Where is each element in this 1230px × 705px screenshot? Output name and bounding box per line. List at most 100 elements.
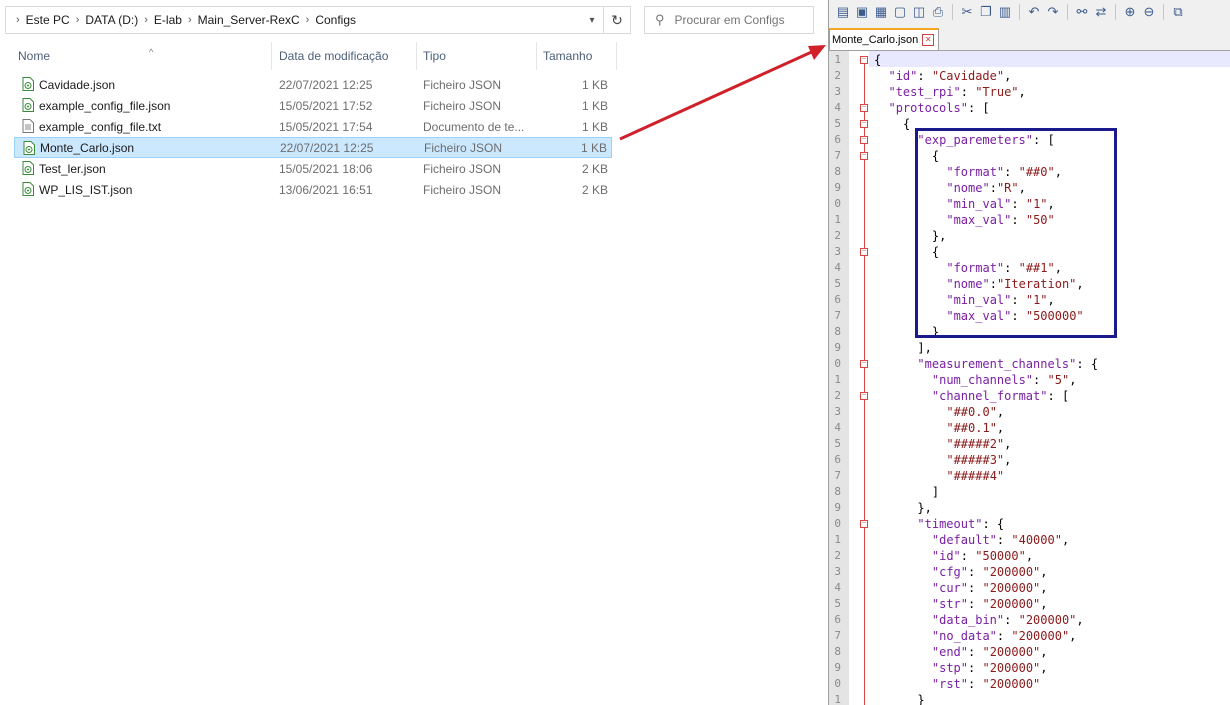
breadcrumb-item[interactable]: DATA (D:) bbox=[85, 13, 138, 27]
address-bar[interactable]: › Este PC › DATA (D:) › E-lab › Main_Ser… bbox=[5, 6, 631, 34]
code-line: "#####4" bbox=[946, 469, 1005, 483]
column-header-name[interactable]: Nome ^ bbox=[12, 42, 272, 70]
line-number: 0 bbox=[834, 357, 841, 370]
file-row[interactable]: example_config_file.json 15/05/2021 17:52… bbox=[14, 95, 612, 116]
file-explorer: › Este PC › DATA (D:) › E-lab › Main_Ser… bbox=[0, 0, 828, 705]
file-row[interactable]: WP_LIS_IST.json 13/06/2021 16:51 Ficheiro … bbox=[14, 179, 612, 200]
fold-toggle-icon[interactable]: − bbox=[860, 120, 868, 128]
chevron-right-icon[interactable]: › bbox=[76, 14, 80, 26]
copy-icon[interactable]: ❐ bbox=[978, 4, 994, 20]
line-number: 3 bbox=[834, 85, 841, 98]
line-number: 8 bbox=[834, 485, 841, 498]
breadcrumb-item[interactable]: Configs bbox=[315, 13, 356, 27]
breadcrumb-item[interactable]: Este PC bbox=[26, 13, 70, 27]
close-icon[interactable]: ✕ bbox=[922, 34, 935, 46]
fold-toggle-icon[interactable]: − bbox=[860, 248, 868, 256]
undo-icon[interactable]: ↶ bbox=[1026, 4, 1042, 20]
toolbar-divider bbox=[1019, 4, 1020, 20]
search-input[interactable] bbox=[674, 13, 795, 27]
file-type: Ficheiro JSON bbox=[423, 77, 502, 92]
line-number: 5 bbox=[834, 277, 841, 290]
open-file-icon[interactable]: ▤ bbox=[835, 4, 851, 20]
close-all-icon[interactable]: ◫ bbox=[911, 4, 927, 20]
fold-toggle-icon[interactable]: − bbox=[860, 152, 868, 160]
code-line: "default": "40000", bbox=[931, 533, 1070, 547]
breadcrumb-item[interactable]: Main_Server-RexC bbox=[198, 13, 300, 27]
paste-icon[interactable]: ▥ bbox=[997, 4, 1013, 20]
code-line: "end": "200000", bbox=[931, 645, 1048, 659]
replace-icon[interactable]: ⇄ bbox=[1093, 4, 1109, 20]
code-line: ], bbox=[917, 341, 932, 355]
save-all-icon[interactable]: ▦ bbox=[873, 4, 889, 20]
code-editor[interactable]: 1 2 3 4 5 6 7 8 9 0 1 2 3 4 5 6 7 8 9 0 1 2 3 4 5 6 7 8 9 0 1 2 3 4 5 6 7 8 9 0… bbox=[829, 51, 1230, 705]
column-header-label: Tamanho bbox=[543, 49, 593, 63]
save-icon[interactable]: ▣ bbox=[854, 4, 870, 20]
line-number: 2 bbox=[834, 549, 841, 562]
breadcrumb-item[interactable]: E-lab bbox=[154, 13, 182, 27]
toolbar-divider bbox=[952, 4, 953, 20]
cut-icon[interactable]: ✂ bbox=[959, 4, 975, 20]
line-number: 1 bbox=[834, 373, 841, 386]
fold-toggle-icon[interactable]: − bbox=[860, 392, 868, 400]
chevron-right-icon[interactable]: › bbox=[188, 14, 192, 26]
fold-toggle-icon[interactable]: − bbox=[860, 520, 868, 528]
file-type: Documento de te... bbox=[423, 119, 525, 134]
sort-up-icon: ^ bbox=[149, 47, 154, 57]
editor-toolbar: ▤ ▣ ▦ ▢ ◫ ⎙ ✂ ❐ ▥ ↶ ↷ ⚯ ⇄ ⊕ ⊖ ⧉ bbox=[829, 0, 1230, 24]
json-file-icon bbox=[22, 161, 34, 175]
highlight-box bbox=[915, 128, 1117, 338]
file-type: Ficheiro JSON bbox=[424, 140, 503, 155]
column-header-label: Data de modificação bbox=[279, 49, 389, 63]
code-line: "#####3", bbox=[946, 453, 1012, 467]
line-number-gutter: 1 2 3 4 5 6 7 8 9 0 1 2 3 4 5 6 7 8 9 0 1 2 3 4 5 6 7 8 9 0 1 2 3 4 5 6 7 8 9 0… bbox=[829, 51, 849, 705]
find-icon[interactable]: ⚯ bbox=[1074, 4, 1090, 20]
code-line: "id": "50000", bbox=[931, 549, 1034, 563]
file-date: 15/05/2021 17:52 bbox=[279, 98, 373, 113]
code-line: "cur": "200000", bbox=[931, 581, 1048, 595]
line-number: 3 bbox=[834, 565, 841, 578]
text-file-icon bbox=[22, 119, 34, 133]
json-file-icon bbox=[22, 182, 34, 196]
chevron-right-icon: › bbox=[16, 14, 20, 26]
fold-toggle-icon[interactable]: − bbox=[860, 56, 868, 64]
file-row[interactable]: Cavidade.json 22/07/2021 12:25 Ficheiro JS… bbox=[14, 74, 612, 95]
sync-scroll-icon[interactable]: ⧉ bbox=[1170, 4, 1186, 20]
chevron-right-icon[interactable]: › bbox=[306, 14, 310, 26]
line-number: 6 bbox=[834, 293, 841, 306]
zoom-out-icon[interactable]: ⊖ bbox=[1141, 4, 1157, 20]
file-row[interactable]: example_config_file.txt 15/05/2021 17:54 D… bbox=[14, 116, 612, 137]
json-file-icon bbox=[22, 77, 34, 91]
redo-icon[interactable]: ↷ bbox=[1045, 4, 1061, 20]
file-size: 1 KB bbox=[581, 98, 608, 113]
file-name: Test_ler.json bbox=[39, 161, 106, 176]
close-file-icon[interactable]: ▢ bbox=[892, 4, 908, 20]
code-line: { bbox=[902, 117, 911, 131]
line-number: 6 bbox=[834, 613, 841, 626]
tab-monte-carlo[interactable]: Monte_Carlo.json ✕ bbox=[829, 28, 940, 50]
line-number: 5 bbox=[834, 597, 841, 610]
search-box[interactable]: ⚲ bbox=[644, 6, 814, 34]
refresh-icon[interactable]: ↻ bbox=[603, 7, 630, 33]
file-name: WP_LIS_IST.json bbox=[39, 182, 133, 197]
zoom-in-icon[interactable]: ⊕ bbox=[1122, 4, 1138, 20]
code-line: "##0.0", bbox=[946, 405, 1005, 419]
line-number: 4 bbox=[834, 261, 841, 274]
fold-toggle-icon[interactable]: − bbox=[860, 136, 868, 144]
fold-toggle-icon[interactable]: − bbox=[860, 104, 868, 112]
code-line: "stp": "200000", bbox=[931, 661, 1048, 675]
print-icon[interactable]: ⎙ bbox=[930, 4, 946, 20]
column-header-size[interactable]: Tamanho bbox=[537, 42, 617, 70]
toolbar-divider bbox=[1067, 4, 1068, 20]
fold-toggle-icon[interactable]: − bbox=[860, 360, 868, 368]
chevron-right-icon[interactable]: › bbox=[144, 14, 148, 26]
file-row[interactable]: Monte_Carlo.json 22/07/2021 12:25 Ficheiro… bbox=[14, 137, 612, 158]
line-number: 1 bbox=[834, 213, 841, 226]
file-row[interactable]: Test_ler.json 15/05/2021 18:06 Ficheiro JS… bbox=[14, 158, 612, 179]
line-number: 2 bbox=[834, 69, 841, 82]
file-date: 13/06/2021 16:51 bbox=[279, 182, 373, 197]
column-header-date[interactable]: Data de modificação bbox=[273, 42, 417, 70]
column-header-type[interactable]: Tipo bbox=[417, 42, 537, 70]
address-history-dropdown-icon[interactable]: ▾ bbox=[581, 15, 603, 26]
line-number: 3 bbox=[834, 405, 841, 418]
search-icon: ⚲ bbox=[655, 12, 665, 27]
